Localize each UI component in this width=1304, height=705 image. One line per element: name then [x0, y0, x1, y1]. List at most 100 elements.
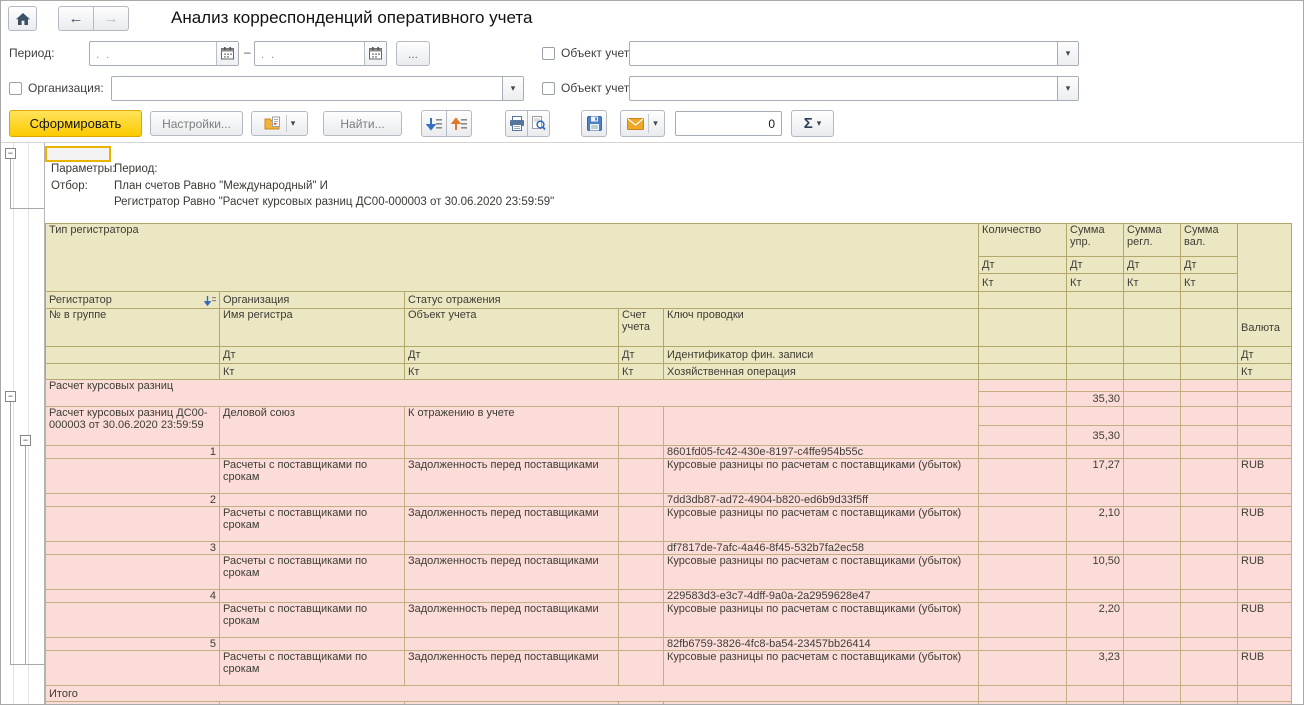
- data-cell[interactable]: [1180, 589, 1239, 603]
- data-cell[interactable]: [978, 554, 1068, 590]
- obj-dt-combo[interactable]: ▾: [629, 41, 1079, 66]
- header-cell[interactable]: [1237, 223, 1293, 292]
- filter-value-1[interactable]: План счетов Равно "Международный" И: [114, 180, 328, 192]
- forward-button[interactable]: →: [93, 6, 129, 31]
- data-cell[interactable]: [1237, 541, 1293, 555]
- header-cell[interactable]: Дт: [1123, 256, 1182, 274]
- data-cell[interactable]: [1066, 379, 1125, 392]
- data-cell[interactable]: [1180, 685, 1239, 702]
- data-cell[interactable]: [618, 541, 664, 555]
- data-cell[interactable]: Расчеты с поставщиками по срокам: [219, 602, 405, 638]
- data-cell[interactable]: [618, 493, 664, 507]
- data-cell[interactable]: 2,20: [1066, 602, 1125, 638]
- data-cell[interactable]: [219, 541, 405, 555]
- header-cell[interactable]: Валюта: [1237, 308, 1293, 347]
- data-cell[interactable]: [978, 701, 1068, 704]
- find-button[interactable]: Найти...: [323, 111, 402, 136]
- org-checkbox[interactable]: [9, 82, 22, 95]
- header-cell[interactable]: Дт: [1180, 256, 1239, 274]
- header-cell[interactable]: Организация: [219, 291, 405, 309]
- header-cell[interactable]: Объект учета: [404, 308, 619, 347]
- header-cell[interactable]: [1180, 308, 1239, 347]
- header-cell[interactable]: [45, 363, 220, 380]
- data-cell[interactable]: [45, 554, 220, 590]
- filter-value-2[interactable]: Регистратор Равно "Расчет курсовых разни…: [114, 196, 554, 208]
- data-cell[interactable]: [1180, 445, 1239, 459]
- data-cell[interactable]: [1066, 541, 1125, 555]
- data-cell[interactable]: [1180, 602, 1239, 638]
- header-cell[interactable]: Кт: [1237, 363, 1293, 380]
- org-dropdown-button[interactable]: ▾: [502, 77, 523, 100]
- data-cell[interactable]: [1180, 650, 1239, 686]
- header-cell[interactable]: Кт: [1123, 273, 1182, 292]
- back-button[interactable]: ←: [58, 6, 94, 31]
- header-cell[interactable]: Статус отражения: [403, 291, 980, 309]
- data-cell[interactable]: RUB: [1237, 554, 1293, 590]
- data-cell[interactable]: [662, 406, 980, 446]
- counter-input[interactable]: 0: [675, 111, 782, 136]
- data-cell[interactable]: [978, 406, 1068, 426]
- header-cell[interactable]: Хозяйственная операция: [662, 363, 980, 380]
- header-cell[interactable]: [1123, 363, 1182, 380]
- data-cell[interactable]: [45, 458, 220, 494]
- data-cell[interactable]: [1123, 379, 1182, 392]
- header-cell[interactable]: Дт: [978, 256, 1068, 274]
- data-cell[interactable]: Задолженность перед поставщиками: [404, 506, 619, 542]
- data-cell[interactable]: Курсовые разницы по расчетам с поставщик…: [662, 650, 980, 686]
- data-cell[interactable]: [1123, 602, 1182, 638]
- data-cell[interactable]: [978, 685, 1068, 702]
- data-cell[interactable]: [1066, 637, 1125, 651]
- sort-asc-button[interactable]: [446, 110, 472, 137]
- data-cell[interactable]: 5: [45, 637, 220, 651]
- data-cell[interactable]: [1066, 589, 1125, 603]
- sort-desc-button[interactable]: [421, 110, 447, 137]
- data-cell[interactable]: [404, 701, 619, 704]
- data-cell[interactable]: 8601fd05-fc42-430e-8197-c4ffe954b55c: [662, 445, 980, 459]
- data-cell[interactable]: [1180, 406, 1239, 426]
- data-cell[interactable]: Расчеты с поставщиками по срокам: [219, 554, 405, 590]
- data-cell[interactable]: [1066, 685, 1125, 702]
- data-cell[interactable]: [404, 541, 619, 555]
- data-cell[interactable]: df7817de-7afc-4a46-8f45-532b7fa2ec58: [662, 541, 980, 555]
- header-cell[interactable]: [1237, 291, 1293, 309]
- data-cell[interactable]: [1180, 701, 1239, 704]
- data-cell[interactable]: [1237, 445, 1293, 459]
- data-cell[interactable]: [1123, 493, 1182, 507]
- data-cell[interactable]: [1237, 589, 1293, 603]
- header-cell[interactable]: [1123, 346, 1182, 364]
- data-cell[interactable]: Курсовые разницы по расчетам с поставщик…: [662, 554, 980, 590]
- data-cell[interactable]: [1123, 554, 1182, 590]
- data-cell[interactable]: [618, 554, 664, 590]
- data-cell[interactable]: [1123, 541, 1182, 555]
- data-cell[interactable]: [404, 637, 619, 651]
- data-cell[interactable]: [219, 637, 405, 651]
- header-cell[interactable]: [1180, 291, 1239, 309]
- data-cell[interactable]: [978, 637, 1068, 651]
- header-cell[interactable]: [1066, 291, 1125, 309]
- header-cell[interactable]: Дт: [404, 346, 619, 364]
- data-cell[interactable]: [1066, 493, 1125, 507]
- obj-kt-dropdown-button[interactable]: ▾: [1057, 77, 1078, 100]
- data-cell[interactable]: Курсовые разницы по расчетам с поставщик…: [662, 602, 980, 638]
- header-cell[interactable]: Идентификатор фин. записи: [662, 346, 980, 364]
- header-cell[interactable]: Количество: [978, 223, 1068, 257]
- data-cell[interactable]: [618, 637, 664, 651]
- header-cell[interactable]: Дт: [1066, 256, 1125, 274]
- header-cell[interactable]: [1180, 363, 1239, 380]
- header-cell[interactable]: [1180, 346, 1239, 364]
- data-cell[interactable]: RUB: [1237, 506, 1293, 542]
- header-cell[interactable]: [978, 291, 1068, 309]
- data-cell[interactable]: [1123, 506, 1182, 542]
- settings-button[interactable]: Настройки...: [150, 111, 243, 136]
- data-cell[interactable]: [1237, 701, 1293, 704]
- header-cell[interactable]: [1123, 291, 1182, 309]
- org-combo[interactable]: ▾: [111, 76, 524, 101]
- data-cell[interactable]: [1180, 506, 1239, 542]
- data-cell[interactable]: [45, 701, 220, 704]
- header-cell[interactable]: Кт: [1180, 273, 1239, 292]
- header-cell[interactable]: Сумма вал.: [1180, 223, 1239, 257]
- data-cell[interactable]: [978, 391, 1068, 407]
- data-cell[interactable]: 3,23: [1066, 650, 1125, 686]
- header-cell[interactable]: [1066, 308, 1125, 347]
- data-cell[interactable]: [1180, 637, 1239, 651]
